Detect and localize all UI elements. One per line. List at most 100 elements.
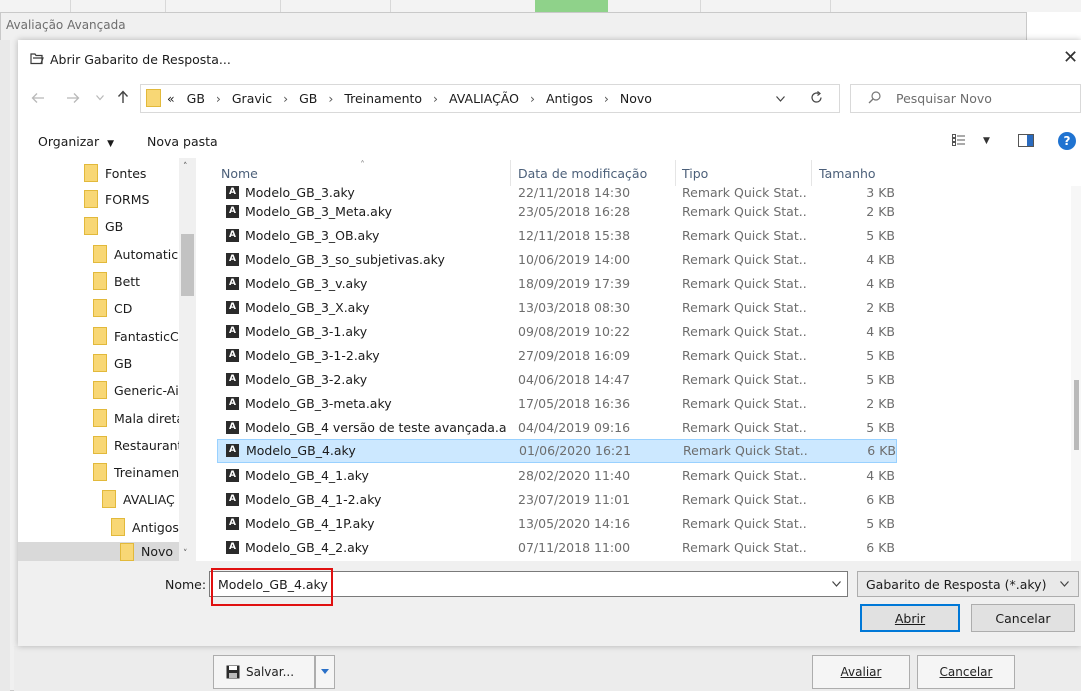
breadcrumb-gb-2[interactable]: GB	[299, 91, 317, 106]
tree-item-fontes[interactable]: Fontes	[84, 160, 180, 186]
column-header-date[interactable]: Data de modificação	[518, 166, 647, 181]
tree-item-mala-direta[interactable]: Mala direta	[93, 405, 179, 431]
column-header-size[interactable]: Tamanho	[819, 166, 876, 181]
tree-item-cd[interactable]: CD	[93, 295, 179, 321]
file-row[interactable]: A Modelo_GB_3-2.aky 04/06/2018 14:47 Remark…	[217, 368, 897, 392]
breadcrumb-separator[interactable]: ›	[328, 91, 333, 106]
scroll-up-icon[interactable]: ˄	[183, 162, 188, 172]
evaluate-button[interactable]: Avaliar	[812, 655, 910, 689]
help-icon[interactable]: ?	[1058, 132, 1076, 150]
breadcrumb-separator[interactable]: ›	[433, 91, 438, 106]
file-row[interactable]: A Modelo_GB_3_so_subjetivas.aky 10/06/2019…	[217, 248, 897, 272]
file-size: 6 KB	[866, 492, 895, 507]
save-button-label: Salvar...	[246, 665, 295, 679]
chevron-down-icon	[321, 669, 329, 674]
close-button[interactable]: ✕	[1063, 47, 1078, 68]
tree-item-label: Bett	[114, 273, 141, 289]
file-row[interactable]: A Modelo_GB_4 versão de teste avançada.a.…	[217, 416, 897, 440]
background-cancel-button[interactable]: Cancelar	[917, 655, 1015, 689]
file-row[interactable]: A Modelo_GB_4_1-2.aky 23/07/2019 11:01 Rema…	[217, 488, 897, 512]
organize-menu-button[interactable]: Organizar ▼	[38, 134, 114, 149]
breadcrumb-avaliacao[interactable]: AVALIAÇÃO	[449, 91, 519, 106]
background-cancel-label: Cancelar	[939, 665, 993, 679]
folder-icon	[93, 299, 107, 317]
recent-locations-chevron-icon[interactable]	[96, 95, 104, 101]
breadcrumb-separator[interactable]: ›	[216, 91, 221, 106]
file-row[interactable]: A Modelo_GB_3-1-2.aky 27/09/2018 16:09 Rema…	[217, 344, 897, 368]
background-taskbar-strip	[0, 0, 1081, 12]
aky-file-icon: A	[226, 253, 239, 266]
breadcrumb-gravic[interactable]: Gravic	[232, 91, 272, 106]
file-name: Modelo_GB_4.aky	[246, 443, 356, 458]
aky-file-icon: A	[226, 186, 239, 199]
preview-pane-icon[interactable]	[1018, 134, 1034, 147]
tree-item-generic[interactable]: Generic-Ai	[93, 377, 179, 403]
file-list-scrollbar[interactable]	[1071, 186, 1081, 561]
cancel-button[interactable]: Cancelar	[971, 604, 1075, 632]
scroll-down-icon[interactable]: ˅	[183, 549, 188, 559]
tree-item-treinamento[interactable]: Treinamen	[93, 459, 179, 485]
tree-item-gb[interactable]: GB	[84, 213, 180, 239]
scrollbar-thumb[interactable]	[181, 234, 194, 296]
column-header-name[interactable]: Nome	[221, 166, 258, 181]
file-type-filter-value: Gabarito de Resposta (*.aky)	[866, 577, 1047, 592]
tree-item-gb-sub[interactable]: GB	[93, 350, 179, 376]
up-arrow-icon[interactable]	[117, 90, 129, 104]
chevron-down-icon	[1060, 581, 1069, 587]
tree-item-antigos[interactable]: Antigos	[111, 514, 179, 540]
scrollbar-thumb[interactable]	[1074, 380, 1079, 450]
file-row[interactable]: A Modelo_GB_4_2.aky 07/11/2018 11:00 Remark…	[217, 536, 897, 560]
tree-item-restaurant[interactable]: Restaurant	[93, 432, 179, 458]
breadcrumb-separator[interactable]: ›	[530, 91, 535, 106]
breadcrumb-separator[interactable]: ›	[283, 91, 288, 106]
filename-history-chevron-icon[interactable]	[832, 581, 841, 587]
column-header-type[interactable]: Tipo	[682, 166, 708, 181]
aky-file-icon: A	[226, 301, 239, 314]
tree-item-forms[interactable]: FORMS	[84, 186, 180, 212]
tree-item-label: GB	[114, 355, 133, 371]
save-button[interactable]: Salvar...	[213, 655, 315, 689]
file-row[interactable]: A Modelo_GB_3_X.aky 13/03/2018 08:30 Remark…	[217, 296, 897, 320]
folder-icon	[93, 463, 107, 481]
file-name: Modelo_GB_3_so_subjetivas.aky	[245, 252, 445, 267]
breadcrumb-treinamento[interactable]: Treinamento	[344, 91, 422, 106]
file-row[interactable]: A Modelo_GB_4_1P.aky 13/05/2020 14:16 Remar…	[217, 512, 897, 536]
tree-item-avaliacao[interactable]: AVALIAÇ	[102, 486, 179, 512]
refresh-icon[interactable]	[810, 91, 823, 104]
file-row[interactable]: A Modelo_GB_3_Meta.aky 23/05/2018 16:28 Rem…	[217, 200, 897, 224]
file-date: 13/03/2018 08:30	[518, 300, 631, 315]
save-dropdown-button[interactable]	[315, 655, 335, 689]
tree-item-automatic[interactable]: Automatic	[93, 241, 179, 267]
chevron-down-icon: ▼	[107, 139, 115, 149]
back-arrow-icon[interactable]	[31, 92, 45, 104]
file-name: Modelo_GB_3.aky	[245, 185, 355, 200]
tree-item-fantasticc[interactable]: FantasticC	[93, 323, 179, 349]
address-history-chevron-icon[interactable]	[776, 96, 785, 102]
file-row[interactable]: A Modelo_GB_4_1.aky 28/02/2020 11:40 Remark…	[217, 464, 897, 488]
file-date: 23/07/2019 11:01	[518, 492, 631, 507]
breadcrumb-novo[interactable]: Novo	[620, 91, 652, 106]
open-button[interactable]: Abrir	[860, 604, 960, 632]
new-folder-button[interactable]: Nova pasta	[147, 134, 218, 149]
breadcrumb-separator[interactable]: ›	[604, 91, 609, 106]
forward-arrow-icon[interactable]	[66, 92, 80, 104]
file-row[interactable]: A Modelo_GB_3_OB.aky 12/11/2018 15:38 Remar…	[217, 224, 897, 248]
file-row[interactable]: A Modelo_GB_3-meta.aky 17/05/2018 16:36 Rem…	[217, 392, 897, 416]
tree-item-bett[interactable]: Bett	[93, 268, 179, 294]
folder-icon	[93, 436, 107, 454]
view-options-icon[interactable]	[952, 134, 966, 146]
tree-item-label: Generic-Ai	[114, 382, 179, 398]
file-name: Modelo_GB_4_2.aky	[245, 540, 369, 555]
file-row[interactable]: A Modelo_GB_3-1.aky 09/08/2019 10:22 Remark…	[217, 320, 897, 344]
file-row[interactable]: A Modelo_GB_3_v.aky 18/09/2019 17:39 Remark…	[217, 272, 897, 296]
file-size: 4 KB	[866, 324, 895, 339]
file-date: 28/02/2020 11:40	[518, 468, 631, 483]
breadcrumb-antigos[interactable]: Antigos	[546, 91, 593, 106]
file-type: Remark Quick Stat...	[682, 228, 807, 243]
breadcrumb-gb[interactable]: GB	[187, 91, 205, 106]
view-options-chevron-icon[interactable]: ▼	[983, 136, 990, 146]
tree-item-novo[interactable]: Novo	[18, 542, 179, 561]
breadcrumb-overflow[interactable]: «	[167, 91, 175, 106]
navigation-pane-scrollbar[interactable]	[179, 158, 196, 561]
file-row-selected[interactable]: A Modelo_GB_4.aky 01/06/2020 16:21 Remark Q…	[217, 439, 897, 463]
